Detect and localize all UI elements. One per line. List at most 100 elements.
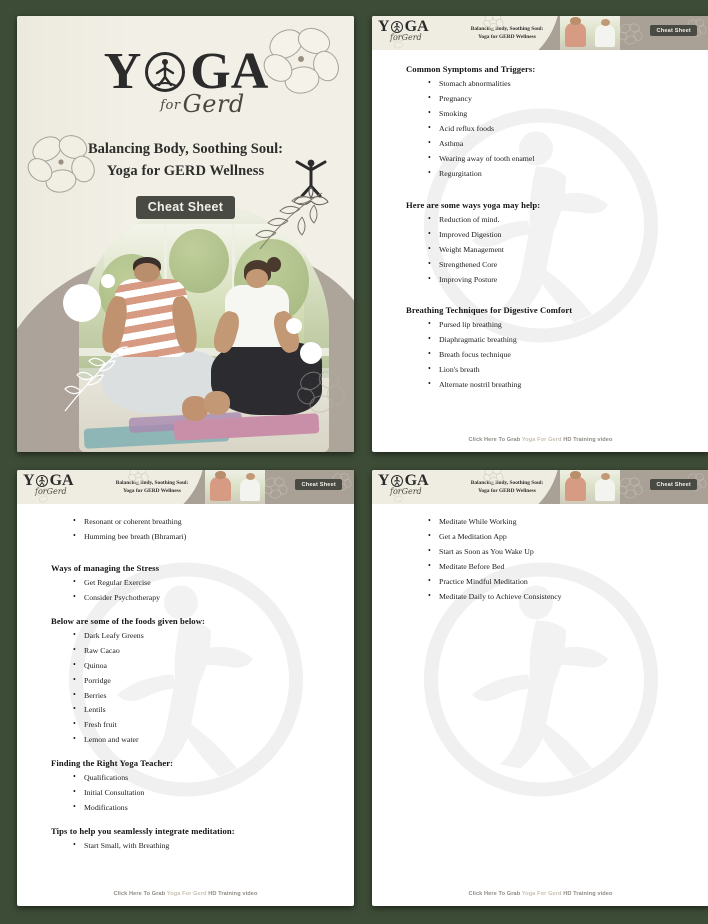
page-content: Meditate While Working Get a Meditation … [396,517,689,601]
hibiscus-flower-icon [23,131,97,199]
page-content: Resonant or coherent breathing Humming b… [41,517,334,850]
header-subtitle-line2: Yoga for GERD Wellness [123,488,181,495]
cheat-sheet-badge[interactable]: Cheat Sheet [295,479,342,490]
footer-prefix: Click Here To Grab [468,891,522,897]
list-item: Breath focus technique [428,350,689,359]
list-item: Smoking [428,109,689,118]
footer-suffix: HD Training video [563,891,613,897]
section-title: Below are some of the foods given below: [51,615,205,626]
cheat-sheet-pages-board: Y G A forGerd Balancing Body, Soothing S… [0,0,708,924]
header-subtitle-line1: Balancing Body, Soothing Soul: [115,480,189,486]
page-header: Y G A forGerd Balancing Body, Soothing S… [372,470,708,504]
page-header: Y G A forGerd Balancing Body, Soothing S… [372,16,708,50]
list-item: Initial Consultation [73,788,334,797]
footer-suffix: HD Training video [563,437,613,443]
bullet-list: Meditate While Working Get a Meditation … [428,517,689,601]
hibiscus-flower-icon [262,476,288,504]
yoga-pose-in-circle-icon [35,474,49,488]
cover-logo: Y G A forGerd [103,43,269,119]
bullet-list: Pursed lip breathing Diaphragmatic breat… [428,320,689,389]
footer-prefix: Click Here To Grab [113,891,167,897]
list-item: Improved Digestion [428,230,689,239]
list-item: Acid reflux foods [428,124,689,133]
bullet-list: Stomach abnormalities Pregnancy Smoking … [428,79,689,178]
cover-page[interactable]: Y G A forGerd Balancing Body, Soothing S… [17,16,354,452]
page-footer[interactable]: Click Here To Grab Yoga For Gerd HD Trai… [372,891,708,906]
page-body: Resonant or coherent breathing Humming b… [17,504,354,891]
list-item: Start as Soon as You Wake Up [428,547,689,556]
header-subtitle-line1: Balancing Body, Soothing Soul: [470,26,544,32]
footer-highlight: Yoga For Gerd [166,891,209,897]
list-item: Fresh fruit [73,720,334,729]
list-item: Asthma [428,139,689,148]
section-title: Ways of managing the Stress [51,562,160,573]
list-item: Resonant or coherent breathing [73,517,334,526]
header-photo [560,470,620,504]
cover-subtitle-line2: Yoga for GERD Wellness [106,163,265,180]
list-item: Berries [73,691,334,700]
list-item: Strengthened Core [428,260,689,269]
bullet-list: Get Regular Exercise Consider Psychother… [73,578,334,602]
page-body: Meditate While Working Get a Meditation … [372,504,708,891]
list-item: Lemon and water [73,735,334,744]
cover-subtitle: Balancing Body, Soothing Soul: Yoga for … [88,138,283,183]
list-item: Weight Management [428,245,689,254]
list-item: Practice Mindful Meditation [428,577,689,586]
cheat-sheet-badge[interactable]: Cheat Sheet [650,25,697,36]
hibiscus-flower-icon [388,33,408,50]
page-footer[interactable]: Click Here To Grab Yoga For Gerd HD Trai… [17,891,354,906]
content-page-4[interactable]: Y G A forGerd Balancing Body, Soothing S… [372,470,708,906]
section-title: Tips to help you seamlessly integrate me… [51,826,235,837]
section-title: Here are some ways yoga may help: [406,199,541,210]
section-block: Common Symptoms and Triggers: Stomach ab… [396,64,689,178]
content-page-2[interactable]: Y G A forGerd Balancing Body, Soothing S… [372,16,708,452]
list-item: Modifications [73,803,334,812]
header-subtitle-line2: Yoga for GERD Wellness [478,488,536,495]
cheat-sheet-badge[interactable]: Cheat Sheet [650,479,697,490]
section-block: Breathing Techniques for Digestive Comfo… [396,305,689,389]
list-item: Raw Cacao [73,646,334,655]
list-item: Diaphragmatic breathing [428,335,689,344]
olive-branch-icon [61,333,139,420]
cheat-sheet-badge[interactable]: Cheat Sheet [135,195,236,219]
yoga-pose-in-circle-icon [390,20,404,34]
list-item: Alternate nostril breathing [428,380,689,389]
hibiscus-flower-icon [388,487,408,504]
logo-letter-y: Y [103,43,142,100]
decorative-dot [286,318,302,334]
content-page-3[interactable]: Y G A forGerd Balancing Body, Soothing S… [17,470,354,906]
decorative-dot [101,274,115,288]
yoga-pose-in-circle-icon [142,49,188,95]
list-item: Regurgitation [428,169,689,178]
list-item: Pregnancy [428,94,689,103]
list-item: Meditate While Working [428,517,689,526]
decorative-dot [63,284,101,322]
section-block: Ways of managing the Stress Get Regular … [41,563,334,602]
list-item: Stomach abnormalities [428,79,689,88]
header-subtitle: Balancing Body, Soothing Soul: Yoga for … [464,25,550,41]
list-item: Wearing away of tooth enamel [428,154,689,163]
page-body: Common Symptoms and Triggers: Stomach ab… [372,50,708,437]
list-item: Dark Leafy Greens [73,631,334,640]
bullet-list: Reduction of mind. Improved Digestion We… [428,215,689,284]
bullet-list: Resonant or coherent breathing Humming b… [73,517,334,541]
page-footer[interactable]: Click Here To Grab Yoga For Gerd HD Trai… [372,437,708,452]
header-photo [560,16,620,50]
logo-script-main: Gerd [182,90,245,118]
olive-branch-icon [234,189,326,280]
hibiscus-flower-icon [127,470,149,491]
hibiscus-flower-icon [482,16,504,37]
bullet-list: Dark Leafy Greens Raw Cacao Quinoa Porri… [73,631,334,745]
page-content: Common Symptoms and Triggers: Stomach ab… [396,64,689,389]
list-item: Meditate Daily to Achieve Consistency [428,592,689,601]
list-item: Get Regular Exercise [73,578,334,587]
header-subtitle: Balancing Body, Soothing Soul: Yoga for … [464,479,550,495]
footer-prefix: Click Here To Grab [468,437,522,443]
hibiscus-flower-icon [617,22,643,50]
section-block: Meditate While Working Get a Meditation … [396,517,689,601]
header-subtitle-line2: Yoga for GERD Wellness [478,34,536,41]
section-block: Here are some ways yoga may help: Reduct… [396,200,689,284]
list-item: Porridge [73,676,334,685]
footer-highlight: Yoga For Gerd [521,891,564,897]
hibiscus-flower-icon [33,487,53,504]
